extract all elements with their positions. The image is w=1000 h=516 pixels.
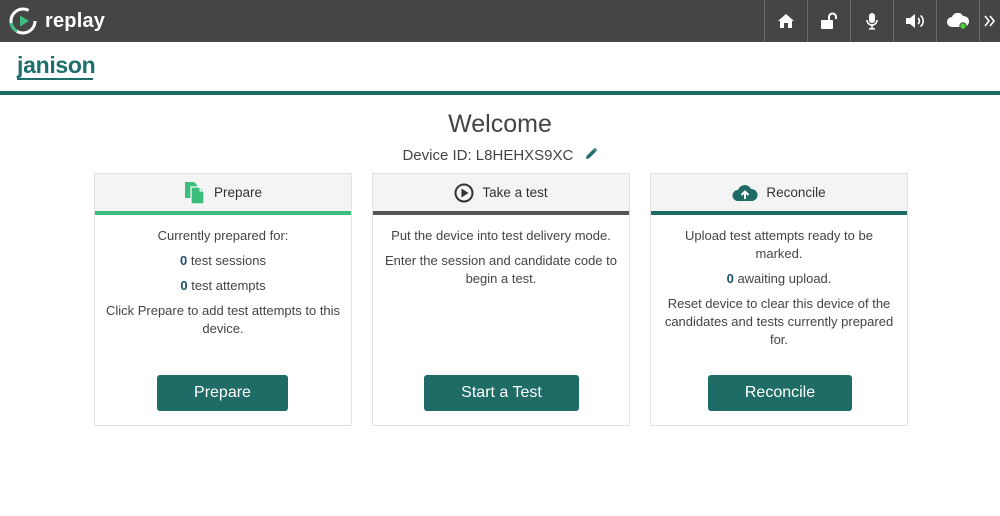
janison-logo-underline <box>17 78 93 80</box>
expand-menu-button[interactable] <box>979 0 1000 42</box>
test-attempts-count: 0 test attempts <box>180 278 266 293</box>
top-bar: replay <box>0 0 1000 42</box>
take-test-card: Take a test Put the device into test del… <box>372 173 630 426</box>
prepare-card-header: Prepare <box>95 174 351 215</box>
play-circle-icon <box>454 183 474 203</box>
reconcile-card-title: Reconcile <box>766 185 826 200</box>
connection-status-button[interactable] <box>936 0 979 42</box>
cloud-status-icon <box>947 12 970 30</box>
reset-device-instructions: Reset device to clear this device of the… <box>664 296 894 347</box>
device-id-label: Device ID: L8HEHXS9XC <box>402 147 574 164</box>
test-sessions-count: 0 test sessions <box>180 253 266 268</box>
app-name: replay <box>45 9 106 32</box>
take-test-card-header: Take a test <box>373 174 629 215</box>
take-test-card-title: Take a test <box>482 185 548 200</box>
header-divider <box>0 91 1000 95</box>
microphone-icon <box>866 13 878 30</box>
unlock-icon <box>821 12 837 29</box>
documents-icon <box>184 181 206 205</box>
replay-logo: replay <box>8 4 105 38</box>
awaiting-upload-count: 0 awaiting upload. <box>726 271 832 286</box>
janison-logo: janison <box>17 52 96 78</box>
session-code-instructions: Enter the session and candidate code to … <box>385 253 617 286</box>
device-id: Device ID: L8HEHXS9XC <box>0 147 1000 165</box>
chevron-double-right-icon <box>984 15 996 27</box>
prepare-button[interactable]: Prepare <box>157 375 288 411</box>
volume-icon <box>906 14 924 28</box>
upload-instructions: Upload test attempts ready to be marked. <box>685 228 873 261</box>
reconcile-card-header: Reconcile <box>651 174 907 215</box>
reconcile-button[interactable]: Reconcile <box>708 375 852 411</box>
microphone-button[interactable] <box>850 0 893 42</box>
home-icon <box>778 14 794 28</box>
pencil-icon <box>585 147 597 160</box>
edit-device-button[interactable] <box>584 147 598 165</box>
page-title: Welcome <box>448 110 552 138</box>
brand-bar: janison <box>0 42 1000 91</box>
volume-button[interactable] <box>893 0 936 42</box>
start-test-button[interactable]: Start a Test <box>424 375 579 411</box>
reconcile-card: Reconcile Upload test attempts ready to … <box>650 173 908 426</box>
lock-button[interactable] <box>807 0 850 42</box>
test-delivery-instructions: Put the device into test delivery mode. <box>391 228 611 243</box>
home-button[interactable] <box>764 0 807 42</box>
cloud-upload-icon <box>732 184 758 202</box>
prepare-instructions: Click Prepare to add test attempts to th… <box>105 303 341 336</box>
prepared-for-label: Currently prepared for: <box>157 228 289 243</box>
prepare-card: Prepare Currently prepared for: 0 test s… <box>94 173 352 426</box>
prepare-card-title: Prepare <box>213 185 263 200</box>
replay-logo-icon <box>8 6 38 36</box>
